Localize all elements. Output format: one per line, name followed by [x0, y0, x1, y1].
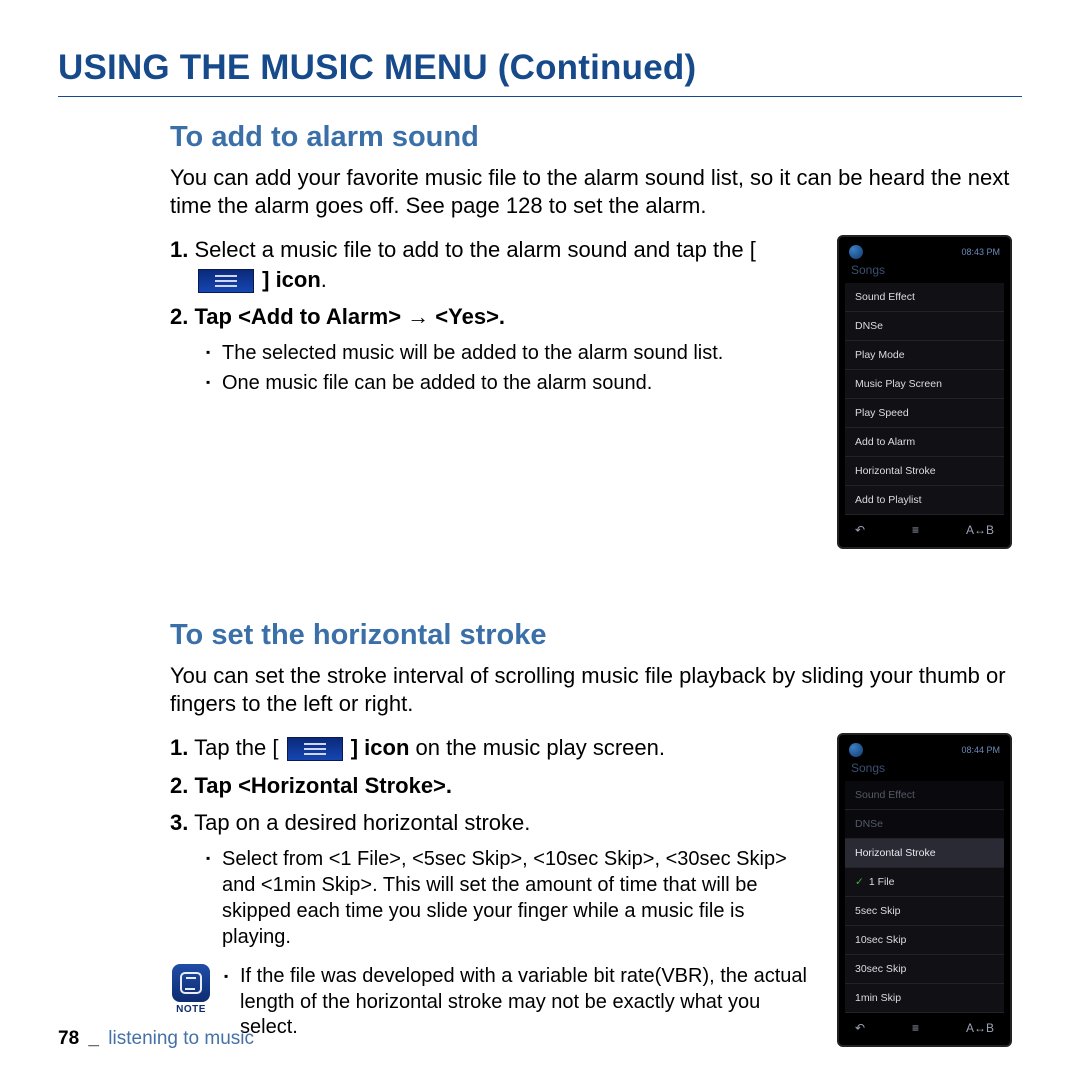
page-number: 78 — [58, 1028, 79, 1049]
menu-item-dimmed: DNSe — [845, 810, 1004, 839]
option-label: 1 File — [869, 876, 895, 888]
step-text-bold: Tap <Add to Alarm> → <Yes>. — [194, 304, 505, 329]
check-icon: ✓ — [855, 876, 864, 888]
step-num: 1. — [170, 735, 188, 760]
step-text: Tap on a desired horizontal stroke. — [194, 810, 530, 835]
step-2-alarm: 2. Tap <Add to Alarm> → <Yes>. — [170, 302, 817, 332]
menu-item[interactable]: Sound Effect — [845, 283, 1004, 312]
step-num: 2. — [170, 304, 188, 329]
music-app-icon — [849, 743, 863, 757]
device-screenshot-stroke-menu: 08:44 PM Songs Sound Effect DNSe Horizon… — [837, 733, 1012, 1047]
note-icon — [172, 964, 210, 1002]
step-text: on the music play screen. — [409, 735, 665, 760]
sub-bullet: Select from <1 File>, <5sec Skip>, <10se… — [206, 846, 817, 950]
step-num: 1. — [170, 237, 188, 262]
step-text: . — [321, 267, 327, 292]
note-text: If the file was developed with a variabl… — [224, 964, 817, 1041]
option-item[interactable]: 5sec Skip — [845, 897, 1004, 926]
phone-header: Songs — [845, 261, 1004, 283]
step-num: 2. — [170, 773, 188, 798]
intro-alarm: You can add your favorite music file to … — [170, 164, 1012, 219]
menu-icon — [287, 737, 343, 761]
step-text: Tap the [ — [194, 735, 278, 760]
step-text-bold: Tap <Horizontal Stroke>. — [194, 773, 452, 798]
step-2-stroke: 2. Tap <Horizontal Stroke>. — [170, 771, 817, 801]
option-item[interactable]: ✓ 1 File — [845, 868, 1004, 897]
note-label: NOTE — [176, 1004, 206, 1015]
intro-stroke: You can set the stroke interval of scrol… — [170, 662, 1012, 717]
step-text-bold: ] icon — [262, 267, 321, 292]
option-item[interactable]: 30sec Skip — [845, 955, 1004, 984]
back-icon[interactable]: ↶ — [855, 523, 865, 537]
menu-item[interactable]: Play Mode — [845, 341, 1004, 370]
page-title: USING THE MUSIC MENU (Continued) — [58, 48, 1022, 97]
menu-icon — [198, 269, 254, 293]
sub-bullet: The selected music will be added to the … — [206, 340, 817, 366]
section-title-alarm: To add to alarm sound — [170, 121, 1012, 154]
status-time: 08:44 PM — [961, 745, 1000, 755]
option-item[interactable]: 10sec Skip — [845, 926, 1004, 955]
option-item[interactable]: 1min Skip — [845, 984, 1004, 1013]
menu-item[interactable]: Play Speed — [845, 399, 1004, 428]
phone-header: Songs — [845, 759, 1004, 781]
device-screenshot-alarm-menu: 08:43 PM Songs Sound Effect DNSe Play Mo… — [837, 235, 1012, 549]
section-title-stroke: To set the horizontal stroke — [170, 619, 1012, 652]
page-footer: 78 _ listening to music — [58, 1028, 254, 1050]
step-1-stroke: 1. Tap the [ ] icon on the music play sc… — [170, 733, 817, 763]
menu-bottom-icon[interactable]: ≡ — [912, 523, 919, 537]
ab-repeat-icon[interactable]: A↔B — [966, 1021, 994, 1035]
status-time: 08:43 PM — [961, 247, 1000, 257]
sub-bullet: One music file can be added to the alarm… — [206, 370, 817, 396]
menu-bottom-icon[interactable]: ≡ — [912, 1021, 919, 1035]
menu-item[interactable]: DNSe — [845, 312, 1004, 341]
music-app-icon — [849, 245, 863, 259]
menu-item[interactable]: Add to Playlist — [845, 486, 1004, 515]
panel-title: Horizontal Stroke — [845, 839, 1004, 868]
menu-item-dimmed: Sound Effect — [845, 781, 1004, 810]
chapter-name: listening to music — [108, 1028, 254, 1049]
menu-item[interactable]: Horizontal Stroke — [845, 457, 1004, 486]
footer-separator: _ — [84, 1028, 103, 1049]
step-num: 3. — [170, 810, 188, 835]
menu-item[interactable]: Music Play Screen — [845, 370, 1004, 399]
step-text: Select a music file to add to the alarm … — [194, 237, 755, 262]
ab-repeat-icon[interactable]: A↔B — [966, 523, 994, 537]
step-text-bold: ] icon — [351, 735, 410, 760]
step-1-alarm: 1. Select a music file to add to the ala… — [170, 235, 817, 294]
back-icon[interactable]: ↶ — [855, 1021, 865, 1035]
menu-item[interactable]: Add to Alarm — [845, 428, 1004, 457]
step-3-stroke: 3. Tap on a desired horizontal stroke. — [170, 808, 817, 838]
